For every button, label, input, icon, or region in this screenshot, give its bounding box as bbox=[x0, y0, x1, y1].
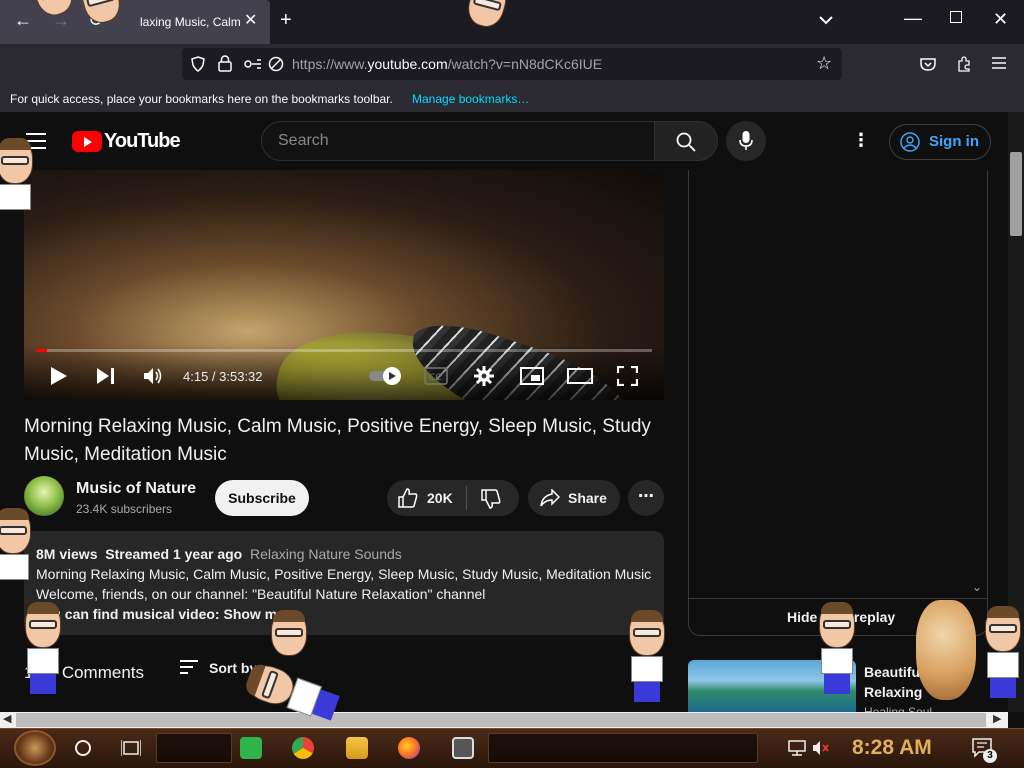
svg-text:CC: CC bbox=[429, 373, 442, 383]
search-icon bbox=[676, 132, 696, 152]
window-close-button[interactable]: ✕ bbox=[993, 9, 1008, 30]
microphone-icon bbox=[739, 131, 753, 150]
theater-mode-icon[interactable] bbox=[567, 368, 593, 384]
miniplayer-icon[interactable] bbox=[520, 367, 544, 385]
voice-search-button[interactable] bbox=[726, 121, 766, 161]
firefox-icon[interactable] bbox=[398, 737, 420, 759]
taskbar-clock[interactable]: 8:28 AM bbox=[852, 736, 932, 760]
next-video-icon[interactable] bbox=[96, 367, 116, 385]
volume-icon[interactable] bbox=[143, 366, 165, 386]
scroll-left-icon[interactable]: ◀ bbox=[3, 712, 11, 725]
tab-title: laxing Music, Calm bbox=[140, 15, 241, 29]
description-tag[interactable]: Relaxing Nature Sounds bbox=[250, 546, 402, 562]
tracking-protection-shield-icon[interactable] bbox=[190, 56, 206, 72]
lock-icon[interactable] bbox=[218, 55, 232, 72]
pocket-icon[interactable] bbox=[920, 57, 936, 71]
cortana-search-icon[interactable] bbox=[75, 740, 91, 756]
vertical-scrollbar-thumb[interactable] bbox=[1010, 152, 1022, 236]
notification-count-badge: 3 bbox=[983, 749, 997, 763]
hamster-sprite bbox=[916, 600, 976, 700]
file-explorer-icon[interactable] bbox=[346, 737, 368, 759]
cartoon-character-sprite bbox=[626, 610, 668, 702]
horizontal-scrollbar-thumb[interactable] bbox=[16, 713, 986, 727]
volume-muted-icon[interactable] bbox=[812, 740, 830, 756]
dislike-thumbs-down-icon[interactable] bbox=[481, 489, 501, 509]
search-button[interactable] bbox=[654, 121, 718, 161]
chevron-down-icon[interactable]: ⌄ bbox=[972, 580, 982, 594]
comments-label: Comments bbox=[61, 663, 144, 682]
like-count[interactable]: 20K bbox=[427, 490, 453, 506]
youtube-wordmark[interactable]: YouTube bbox=[104, 130, 181, 153]
chat-replay-panel bbox=[688, 170, 988, 636]
chat-divider bbox=[689, 598, 987, 599]
search-placeholder: Search bbox=[278, 132, 329, 149]
network-icon[interactable] bbox=[788, 740, 806, 756]
bookmark-star-icon[interactable]: ☆ bbox=[816, 53, 832, 74]
channel-name[interactable]: Music of Nature bbox=[76, 480, 196, 498]
tab-close-icon[interactable]: ✕ bbox=[244, 10, 257, 30]
window-restore-button[interactable] bbox=[950, 11, 962, 23]
sort-icon[interactable] bbox=[180, 660, 198, 674]
cartoon-character-sprite bbox=[0, 508, 34, 600]
description-line: Morning Relaxing Music, Calm Music, Posi… bbox=[36, 566, 652, 582]
progress-bar[interactable] bbox=[36, 349, 652, 352]
start-button[interactable] bbox=[14, 730, 56, 766]
time-display: 4:15 / 3:53:32 bbox=[183, 369, 263, 384]
progress-bar-played bbox=[36, 349, 47, 352]
window-minimize-button[interactable]: — bbox=[904, 8, 922, 29]
app-menu-icon[interactable] bbox=[992, 57, 1006, 69]
settings-more-icon[interactable]: ⋮ bbox=[852, 130, 870, 151]
like-divider bbox=[466, 486, 467, 510]
scroll-right-icon[interactable]: ▶ bbox=[993, 712, 1001, 725]
task-view-icon[interactable] bbox=[121, 739, 141, 757]
extensions-icon[interactable] bbox=[956, 56, 972, 72]
cartoon-character-sprite bbox=[816, 602, 858, 694]
view-count: 8M views bbox=[36, 546, 98, 562]
calculator-icon[interactable] bbox=[452, 737, 474, 759]
list-all-tabs-icon[interactable] bbox=[818, 12, 834, 28]
sticky-notes-icon[interactable] bbox=[240, 737, 262, 759]
taskbar-slot bbox=[156, 733, 232, 763]
new-tab-button[interactable]: + bbox=[280, 9, 292, 32]
url-text[interactable]: https://www.youtube.com/watch?v=nN8dCKc6… bbox=[292, 56, 602, 72]
fullscreen-icon[interactable] bbox=[617, 366, 638, 386]
youtube-logo-icon[interactable] bbox=[72, 131, 102, 152]
manage-bookmarks-link[interactable]: Manage bookmarks… bbox=[412, 92, 529, 106]
subscribe-button[interactable]: Subscribe bbox=[215, 480, 309, 516]
sign-in-label[interactable]: Sign in bbox=[929, 133, 979, 150]
description-line: Welcome, friends, on our channel: "Beaut… bbox=[36, 586, 486, 602]
description-line: you can find musical video: Show more bbox=[36, 606, 299, 622]
cartoon-character-sprite bbox=[22, 602, 64, 694]
more-actions-button[interactable]: ⋯ bbox=[628, 480, 664, 516]
captions-icon[interactable]: CC bbox=[424, 367, 448, 385]
share-arrow-icon bbox=[540, 489, 560, 507]
bookmarks-toolbar: For quick access, place your bookmarks h… bbox=[0, 86, 1024, 112]
video-title: Morning Relaxing Music, Calm Music, Posi… bbox=[24, 416, 651, 465]
autoplay-toggle-icon[interactable] bbox=[369, 366, 403, 386]
chrome-icon[interactable] bbox=[292, 737, 314, 759]
description-meta: 8M views Streamed 1 year ago Relaxing Na… bbox=[36, 546, 402, 562]
cartoon-character-sprite bbox=[982, 606, 1024, 698]
permissions-icon[interactable] bbox=[244, 56, 262, 72]
share-label[interactable]: Share bbox=[568, 490, 607, 506]
cartoon-character-sprite bbox=[0, 138, 36, 230]
bookmarks-hint-text: For quick access, place your bookmarks h… bbox=[10, 92, 393, 106]
back-button[interactable]: ← bbox=[14, 10, 32, 31]
like-thumbs-up-icon[interactable] bbox=[398, 488, 418, 508]
settings-gear-icon[interactable] bbox=[474, 366, 494, 386]
autoplay-blocked-icon[interactable] bbox=[268, 56, 284, 72]
taskbar-slot bbox=[488, 733, 758, 763]
streamed-date: Streamed 1 year ago bbox=[105, 546, 243, 562]
subscriber-count: 23.4K subscribers bbox=[76, 502, 173, 516]
play-icon[interactable] bbox=[50, 366, 68, 386]
account-circle-icon bbox=[900, 132, 920, 152]
